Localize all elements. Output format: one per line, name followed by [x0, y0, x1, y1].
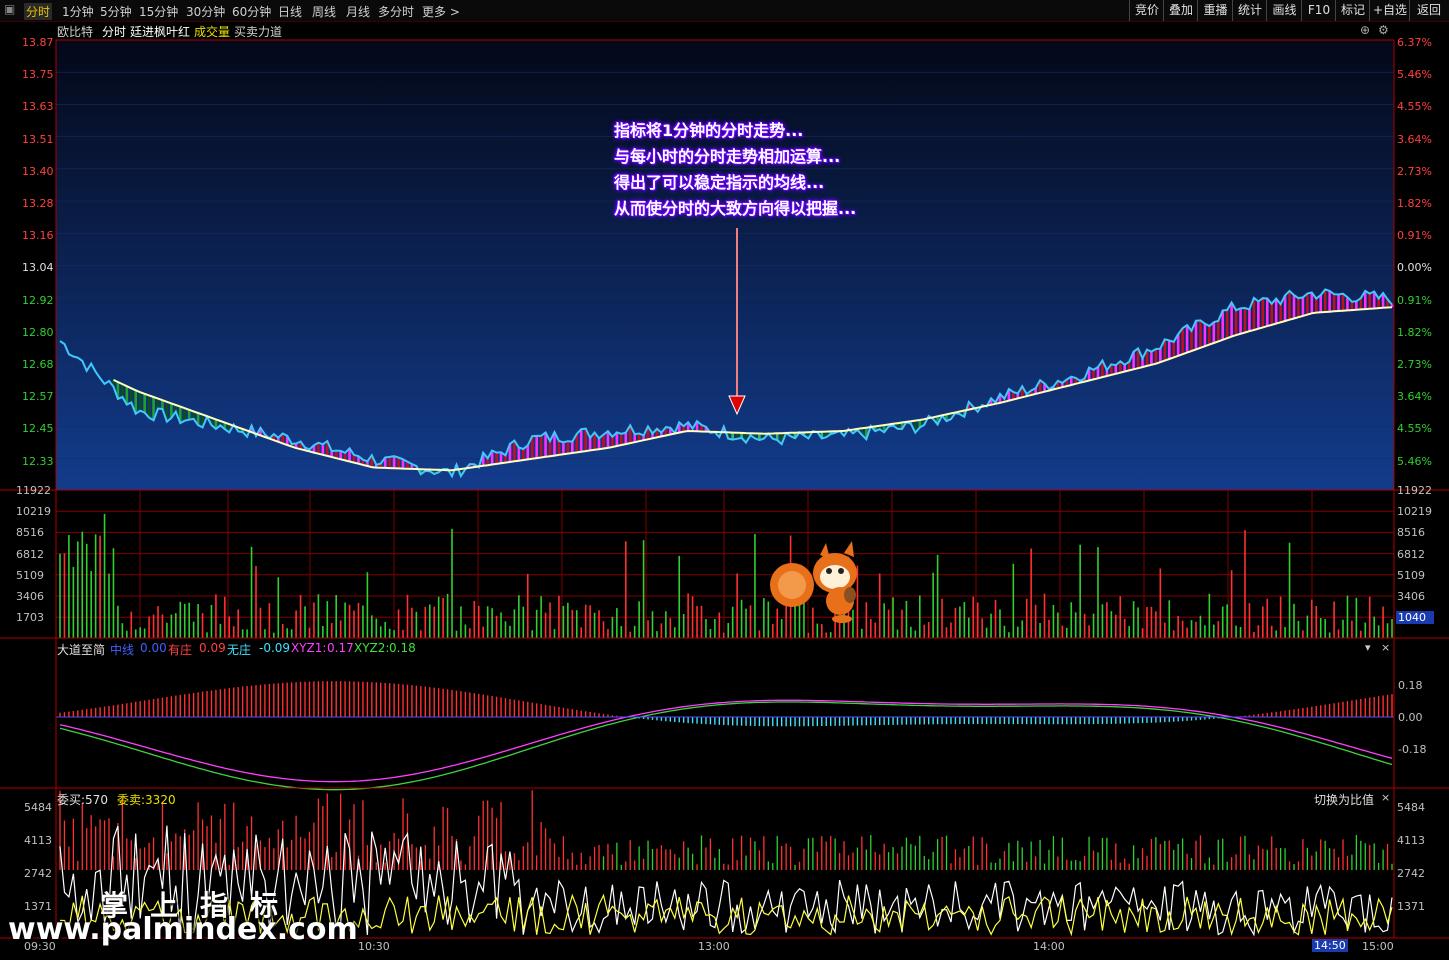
vol-right-3: 6812 [1397, 547, 1425, 561]
price-left-4: 13.40 [22, 164, 54, 178]
price-right-8: 0.91% [1397, 293, 1432, 307]
vol-left-5: 3406 [16, 590, 44, 603]
volume-current: 1040 [1396, 611, 1434, 624]
vol-left-4: 5109 [16, 568, 44, 582]
dadao-axis-2: 0.00 [1398, 711, 1423, 724]
time-1300: 13:00 [698, 940, 730, 953]
weituo-bars [59, 790, 1393, 870]
settings-icon[interactable]: ⚙ [1378, 23, 1389, 37]
vol-right-0: 11922 [1397, 484, 1432, 497]
wt-right-0: 5484 [1397, 801, 1425, 814]
price-left-1: 13.75 [22, 68, 54, 82]
stock-name: 欧比特 [57, 25, 94, 39]
vol-left-3: 6812 [16, 547, 44, 561]
price-right-9: 1.82% [1397, 325, 1432, 339]
buysell-label[interactable]: 买卖力道 [234, 23, 282, 40]
callout-line-3: 得出了可以稳定指示的均线... [614, 173, 825, 192]
price-left-0: 13.87 [22, 36, 54, 49]
switch-ratio-button[interactable]: 切换为比值 [1314, 791, 1374, 808]
close-icon[interactable]: × [1381, 641, 1390, 654]
weituo-sell: 委卖:3320 [117, 793, 176, 807]
dadao-zhong-val: 0.00 [140, 641, 167, 655]
mode-label: 分时 [102, 25, 127, 39]
close-icon[interactable]: × [1381, 791, 1390, 804]
callout-line-2: 与每小时的分时走势相加运算... [614, 147, 841, 166]
price-left-8: 12.92 [22, 293, 54, 307]
vol-right-2: 8516 [1397, 526, 1425, 540]
wt-right-2: 2742 [1397, 867, 1425, 880]
indicator-name[interactable]: 廷进枫叶红 [130, 23, 190, 40]
dadao-x2-val: 0.18 [389, 641, 416, 655]
dadao-wu-val: -0.09 [259, 641, 291, 655]
price-left-10: 12.68 [22, 358, 54, 371]
vol-left-1: 10219 [16, 505, 51, 519]
dadao-x1-label: XYZ1: [291, 641, 327, 655]
price-left-12: 12.45 [22, 422, 54, 436]
dadao-zhong-label: 中线 [110, 643, 135, 657]
wt-right-1: 4113 [1397, 834, 1425, 847]
time-1030: 10:30 [358, 940, 390, 953]
wt-left-1: 4113 [24, 834, 52, 847]
price-right-12: 4.55% [1397, 422, 1432, 436]
time-1400: 14:00 [1033, 940, 1065, 953]
vol-right-1: 10219 [1397, 505, 1432, 519]
dadao-axis-1: 0.18 [1398, 679, 1423, 692]
dadao-axis-3: -0.18 [1398, 743, 1427, 756]
time-cursor[interactable]: 14:50 [1312, 939, 1348, 952]
price-left-3: 13.51 [22, 132, 54, 146]
price-left-7: 13.04 [22, 261, 54, 275]
callout-line-4: 从而使分时的大致方向得以把握... [614, 199, 857, 218]
dadao-title: 大道至简 [57, 643, 106, 657]
price-right-6: 0.91% [1397, 229, 1432, 243]
vol-left-0: 11922 [16, 484, 51, 497]
vol-left-6: 1703 [16, 611, 44, 625]
annotation-callout: 指标将1分钟的分时走势... 与每小时的分时走势相加运算... 得出了可以稳定指… [614, 118, 934, 222]
dadao-you-label: 有庄 [168, 643, 193, 657]
volume-label[interactable]: 成交量 [194, 23, 230, 40]
price-right-11: 3.64% [1397, 390, 1432, 404]
callout-line-1: 指标将1分钟的分时走势... [614, 121, 804, 140]
weituo-buy: 委买:570 [57, 793, 108, 807]
vol-right-4: 5109 [1397, 568, 1425, 582]
price-left-13: 12.33 [22, 454, 54, 468]
price-left-2: 13.63 [22, 100, 54, 114]
price-right-1: 5.46% [1397, 68, 1432, 82]
dadao-x1-val: 0.17 [327, 641, 354, 655]
price-right-4: 2.73% [1397, 164, 1432, 178]
price-left-6: 13.16 [22, 229, 54, 243]
vol-left-2: 8516 [16, 526, 44, 540]
price-left-9: 12.80 [22, 325, 54, 339]
price-left-11: 12.57 [22, 390, 54, 404]
price-right-5: 1.82% [1397, 197, 1432, 210]
vol-right-5: 3406 [1397, 590, 1425, 603]
price-right-7: 0.00% [1397, 261, 1432, 275]
price-right-3: 3.64% [1397, 132, 1432, 146]
time-1500: 15:00 [1362, 940, 1394, 953]
price-left-5: 13.28 [22, 197, 54, 210]
price-panel-bg [56, 40, 1394, 490]
dropdown-icon[interactable]: ▾ [1365, 641, 1371, 654]
price-right-13: 5.46% [1397, 454, 1432, 468]
wt-left-0: 5484 [24, 801, 52, 814]
dadao-x2-label: XYZ2: [354, 641, 390, 655]
dadao-you-val: 0.09 [199, 641, 226, 655]
wt-left-2: 2742 [24, 867, 52, 880]
dadao-wu-label: 无庄 [227, 643, 252, 657]
watermark-url: www.palmindex.com [8, 912, 358, 947]
price-right-2: 4.55% [1397, 100, 1432, 114]
price-right-10: 2.73% [1397, 358, 1432, 371]
price-right-0: 6.37% [1397, 36, 1432, 49]
wt-right-3: 1371 [1397, 900, 1425, 913]
zoom-in-icon[interactable]: ⊕ [1360, 23, 1370, 37]
